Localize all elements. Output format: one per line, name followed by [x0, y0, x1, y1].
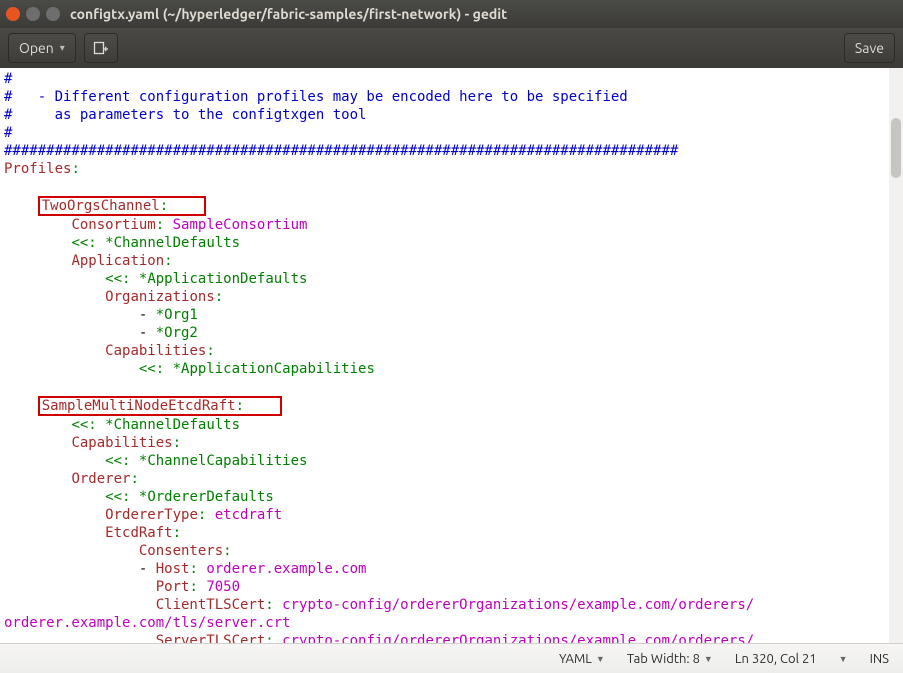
open-label: Open — [19, 40, 54, 56]
minimize-window-icon[interactable] — [26, 7, 40, 21]
save-label: Save — [855, 40, 884, 56]
close-window-icon[interactable] — [6, 7, 20, 21]
highlight-box-2: SampleMultiNodeEtcdRaft: — [38, 396, 282, 416]
title-filename: configtx.yaml — [70, 6, 159, 22]
tab-width-selector[interactable]: Tab Width: 8 ▼ — [627, 652, 713, 666]
window-titlebar: configtx.yaml (~/hyperledger/fabric-samp… — [0, 0, 903, 28]
editor-viewport[interactable]: # # - Different configuration profiles m… — [0, 68, 903, 643]
toolbar: Open ▾ Save — [0, 28, 903, 68]
new-tab-icon — [93, 40, 109, 56]
language-label: YAML — [559, 652, 592, 666]
chevron-down-icon[interactable]: ▼ — [839, 654, 848, 664]
title-path: (~/hyperledger/fabric-samples/first-netw… — [163, 6, 462, 22]
vertical-scrollbar[interactable] — [889, 68, 903, 643]
new-tab-button[interactable] — [84, 33, 118, 63]
code-content[interactable]: # # - Different configuration profiles m… — [4, 70, 899, 643]
save-button[interactable]: Save — [844, 33, 895, 63]
scrollbar-thumb[interactable] — [891, 118, 901, 178]
tab-width-label: Tab Width: 8 — [627, 652, 700, 666]
chevron-down-icon: ▾ — [60, 42, 65, 54]
title-app: gedit — [473, 6, 508, 22]
insert-mode[interactable]: INS — [870, 652, 889, 666]
cursor-position: Ln 320, Col 21 — [735, 652, 817, 666]
highlight-box-1: TwoOrgsChannel: — [38, 196, 206, 216]
statusbar: YAML ▼ Tab Width: 8 ▼ Ln 320, Col 21 ▼ I… — [0, 643, 903, 673]
maximize-window-icon[interactable] — [46, 7, 60, 21]
chevron-down-icon: ▼ — [704, 654, 713, 664]
window-title: configtx.yaml (~/hyperledger/fabric-samp… — [70, 6, 507, 22]
language-selector[interactable]: YAML ▼ — [559, 652, 605, 666]
open-button[interactable]: Open ▾ — [8, 33, 76, 63]
chevron-down-icon: ▼ — [596, 654, 605, 664]
